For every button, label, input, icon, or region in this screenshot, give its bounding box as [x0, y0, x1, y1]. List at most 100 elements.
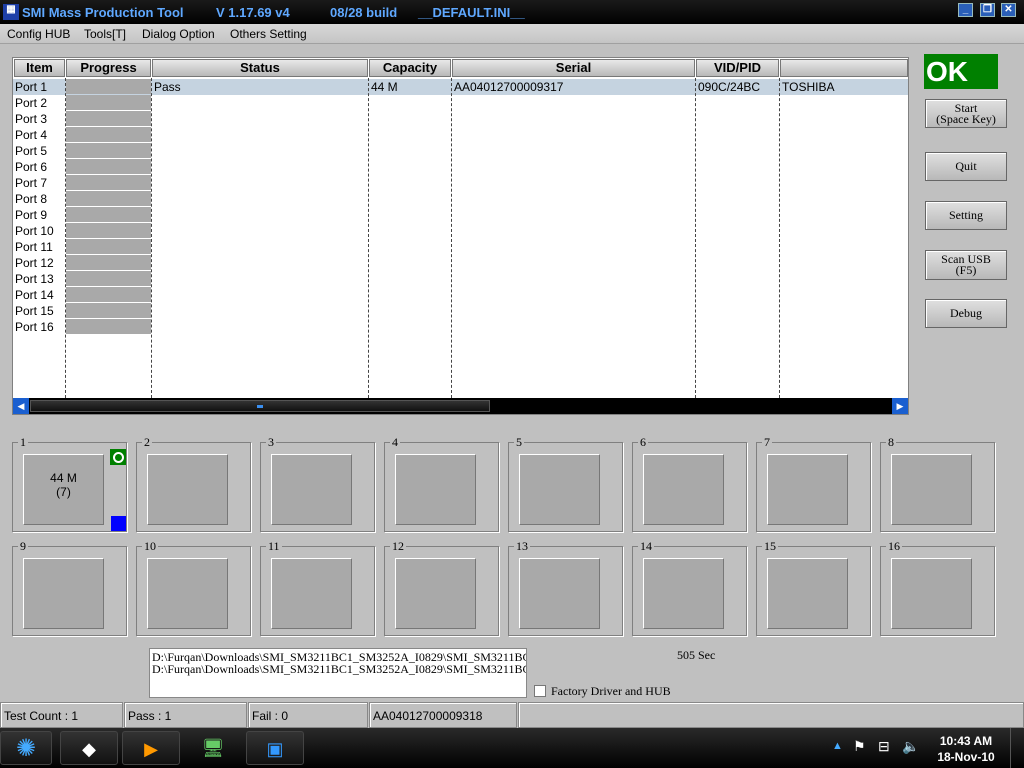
network-icon[interactable]: ⊟	[878, 738, 890, 755]
menu-dialog-option[interactable]: Dialog Option	[142, 27, 215, 41]
row-capacity[interactable]: 44 M	[371, 79, 398, 95]
header-serial: Serial	[452, 59, 695, 77]
debug-button[interactable]: Debug	[925, 299, 1007, 328]
row-item[interactable]: Port 13	[15, 271, 54, 287]
mfc-app-icon[interactable]: ▣	[246, 731, 304, 765]
progress-bar	[66, 79, 151, 94]
scroll-right-button[interactable]: ▶	[892, 398, 908, 414]
port-slot[interactable]: 44 M (7)	[23, 454, 104, 525]
menu-others-setting[interactable]: Others Setting	[230, 27, 307, 41]
row-item[interactable]: Port 15	[15, 303, 54, 319]
scroll-left-button[interactable]: ◀	[13, 398, 29, 414]
port-number: 5	[514, 435, 524, 450]
port-slot[interactable]	[519, 558, 600, 629]
maximize-button[interactable]: ❐	[980, 3, 995, 17]
minimize-button[interactable]: _	[958, 3, 973, 17]
taskbar-app-icon[interactable]: ◆	[60, 731, 118, 765]
media-player-icon[interactable]: ▶	[122, 731, 180, 765]
port-slot[interactable]	[767, 558, 848, 629]
port-slot[interactable]	[147, 558, 228, 629]
row-item[interactable]: Port 14	[15, 287, 54, 303]
row-item[interactable]: Port 11	[15, 239, 53, 255]
port-box: 3	[260, 435, 375, 532]
row-item[interactable]: Port 3	[15, 111, 47, 127]
pass-indicator-icon	[110, 449, 126, 465]
port-slot[interactable]	[643, 558, 724, 629]
header-progress: Progress	[66, 59, 151, 77]
port-slot[interactable]	[271, 558, 352, 629]
row-item[interactable]: Port 4	[15, 127, 47, 143]
row-item[interactable]: Port 8	[15, 191, 47, 207]
port-box: 10	[136, 539, 251, 636]
title-bar: ▦ SMI Mass Production Tool V 1.17.69 v4 …	[0, 0, 1024, 24]
row-item[interactable]: Port 2	[15, 95, 47, 111]
progress-bar	[66, 95, 151, 110]
port-slot[interactable]	[891, 454, 972, 525]
port-box: 1 44 M (7)	[12, 435, 127, 532]
port-slot[interactable]	[395, 558, 476, 629]
horizontal-scrollbar[interactable]: ◀ ▶	[13, 398, 908, 414]
row-vidpid[interactable]: 090C/24BC	[698, 79, 760, 95]
port-number: 12	[390, 539, 406, 554]
monitor-app-icon[interactable]: 🖥	[184, 731, 242, 765]
menu-config-hub[interactable]: Config HUB	[7, 27, 70, 41]
row-vendor[interactable]: TOSHIBA	[782, 79, 834, 95]
status-empty	[518, 702, 1024, 728]
port-number: 13	[514, 539, 530, 554]
clock[interactable]: 10:43 AM 18-Nov-10	[934, 733, 998, 765]
header-capacity: Capacity	[369, 59, 451, 77]
port-slot[interactable]	[643, 454, 724, 525]
port-box: 11	[260, 539, 375, 636]
log-box[interactable]: D:\Furqan\Downloads\SMI_SM3211BC1_SM3252…	[149, 648, 527, 698]
header-item: Item	[14, 59, 65, 77]
status-fail: Fail : 0	[248, 702, 368, 728]
port-slot[interactable]	[767, 454, 848, 525]
menu-tools[interactable]: Tools[T]	[84, 27, 126, 41]
row-item[interactable]: Port 10	[15, 223, 54, 239]
app-version: V 1.17.69 v4	[216, 5, 290, 20]
row-item[interactable]: Port 1	[15, 79, 47, 95]
port-box: 13	[508, 539, 623, 636]
row-status[interactable]: Pass	[154, 79, 181, 95]
setting-button[interactable]: Setting	[925, 201, 1007, 230]
quit-button[interactable]: Quit	[925, 152, 1007, 181]
progress-bar	[66, 319, 151, 334]
volume-icon[interactable]: 🔈	[902, 738, 919, 755]
row-item[interactable]: Port 9	[15, 207, 47, 223]
factory-driver-checkbox[interactable]	[534, 685, 546, 697]
tray-expand-icon[interactable]: ▲	[832, 740, 843, 752]
port-slot[interactable]	[23, 558, 104, 629]
scan-hotkey: (F5)	[955, 263, 977, 277]
row-serial[interactable]: AA04012700009317	[454, 79, 563, 95]
progress-bar	[66, 239, 151, 254]
progress-bar	[66, 191, 151, 206]
row-item[interactable]: Port 12	[15, 255, 54, 271]
scan-usb-button[interactable]: Scan USB (F5)	[925, 250, 1007, 280]
progress-bar	[66, 159, 151, 174]
port-number: 11	[266, 539, 282, 554]
row-item[interactable]: Port 7	[15, 175, 47, 191]
port-number: 9	[18, 539, 28, 554]
progress-bar	[66, 143, 151, 158]
action-center-flag-icon[interactable]: ⚑	[853, 738, 866, 755]
port-slot[interactable]	[395, 454, 476, 525]
header-vendor	[780, 59, 908, 77]
app-title: SMI Mass Production Tool	[22, 5, 184, 20]
show-desktop-button[interactable]	[1010, 728, 1024, 768]
app-icon: ▦	[3, 4, 19, 20]
port-slot[interactable]	[147, 454, 228, 525]
scroll-thumb[interactable]	[30, 400, 490, 412]
activity-indicator-icon	[111, 516, 126, 531]
port-capacity: 44 M	[50, 471, 77, 485]
close-button[interactable]: ✕	[1001, 3, 1016, 17]
port-box: 12	[384, 539, 499, 636]
port-slot[interactable]	[519, 454, 600, 525]
row-item[interactable]: Port 6	[15, 159, 47, 175]
start-button[interactable]: Start (Space Key)	[925, 99, 1007, 128]
port-slot[interactable]	[271, 454, 352, 525]
row-item[interactable]: Port 5	[15, 143, 47, 159]
row-item[interactable]: Port 16	[15, 319, 54, 335]
start-orb-icon[interactable]: ✺	[0, 731, 52, 765]
progress-bar	[66, 303, 151, 318]
port-slot[interactable]	[891, 558, 972, 629]
